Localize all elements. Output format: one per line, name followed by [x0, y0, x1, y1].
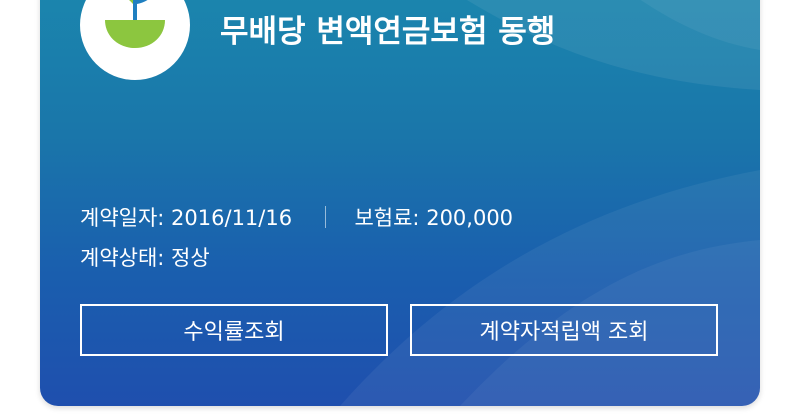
premium-label: 보험료: — [354, 206, 420, 230]
contract-date-label: 계약일자: — [80, 206, 165, 230]
info-divider — [324, 206, 326, 228]
contract-card[interactable]: 무배당 변액연금보험 동행 계약일자: 2016/11/16 보험료: 200,… — [40, 0, 760, 406]
reserve-amount-inquiry-button[interactable]: 계약자적립액 조회 — [410, 304, 718, 356]
premium-value: 200,000 — [426, 206, 514, 230]
contract-date-value: 2016/11/16 — [171, 206, 293, 230]
product-logo — [80, 0, 190, 80]
contract-info-row-2: 계약상태: 정상 — [80, 242, 210, 272]
contract-status-value: 정상 — [171, 246, 210, 270]
yield-inquiry-button[interactable]: 수익률조회 — [80, 304, 388, 356]
sprout-bowl-icon — [105, 0, 165, 48]
contract-info-row-1: 계약일자: 2016/11/16 보험료: 200,000 — [80, 202, 513, 232]
page: 무배당 변액연금보험 동행 계약일자: 2016/11/16 보험료: 200,… — [0, 0, 800, 414]
product-title: 무배당 변액연금보험 동행 — [220, 14, 556, 50]
contract-status-label: 계약상태: — [80, 246, 165, 270]
